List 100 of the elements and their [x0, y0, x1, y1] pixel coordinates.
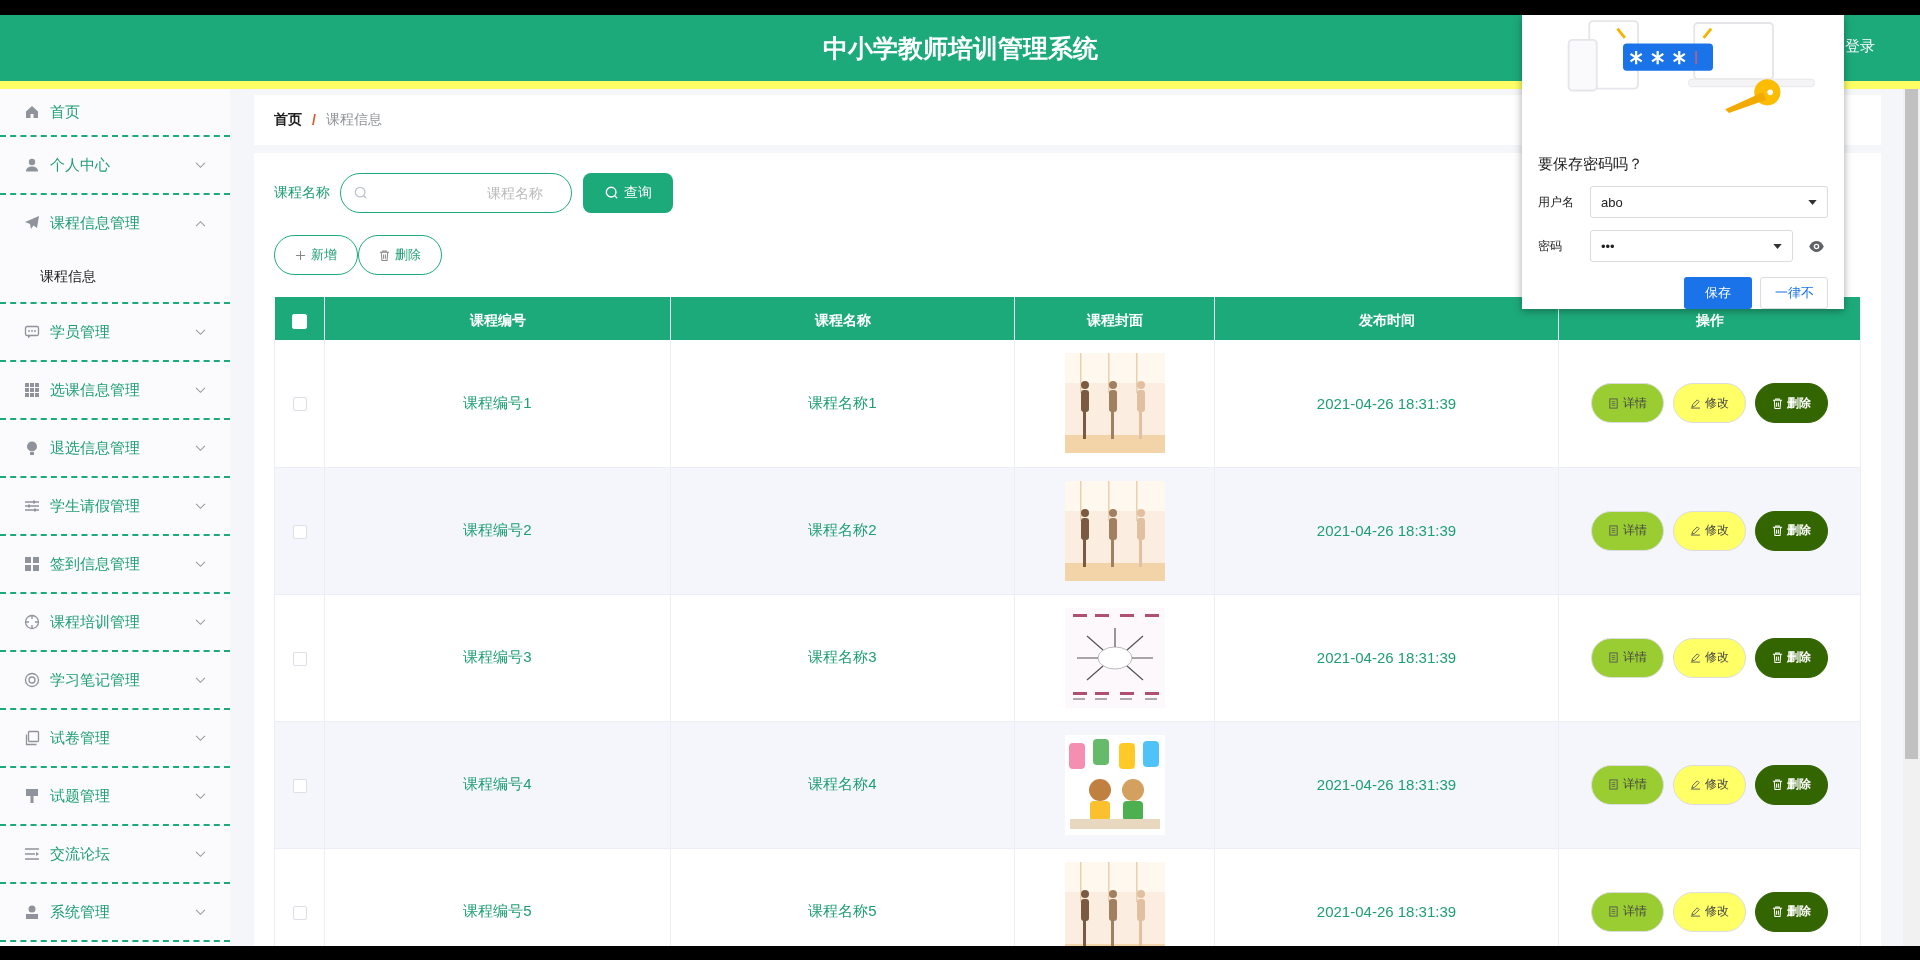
scrollbar[interactable] [1903, 89, 1920, 946]
breadcrumb-separator: / [312, 112, 316, 128]
lifebuoy-icon [24, 672, 40, 688]
checkbox[interactable] [292, 905, 307, 920]
menu-item[interactable]: 学生请假管理 [0, 478, 230, 534]
detail-button[interactable]: 详情 [1591, 764, 1664, 805]
menu-item[interactable]: 交流论坛 [0, 826, 230, 882]
plus-icon [295, 249, 306, 261]
breadcrumb-link[interactable]: 首页 [274, 111, 302, 129]
column-header: 课程编号 [324, 297, 671, 340]
copy-icon [24, 730, 40, 746]
delete-button[interactable]: 删除 [1755, 891, 1828, 932]
home-icon [24, 104, 40, 120]
menu-item[interactable]: 学员管理 [0, 304, 230, 360]
trash-icon [379, 249, 390, 261]
table-cell: 2021-04-26 18:31:39 [1214, 721, 1559, 848]
detail-button[interactable]: 详情 [1591, 510, 1664, 551]
query-button[interactable]: 查询 [583, 173, 673, 213]
delete-button[interactable]: 删除 [358, 235, 442, 275]
trash-icon [1772, 779, 1783, 790]
menu-item[interactable]: 个人中心 [0, 137, 230, 193]
document-icon [1608, 652, 1619, 663]
edit-button[interactable]: 修改 [1673, 764, 1746, 805]
table-cell: 课程名称5 [670, 848, 1015, 946]
document-icon [1608, 525, 1619, 536]
login-link[interactable]: 登录 [1845, 37, 1875, 56]
light-bulb-icon [24, 440, 40, 456]
menu-item[interactable]: 退选信息管理 [0, 420, 230, 476]
search-icon [604, 186, 619, 200]
menu-item[interactable]: 课程培训管理 [0, 594, 230, 650]
trash-icon [1772, 652, 1783, 663]
table-cell: 课程编号4 [324, 721, 671, 848]
column-header: 发布时间 [1214, 297, 1559, 340]
pencil-icon [1690, 397, 1701, 409]
submenu-item[interactable]: 课程信息 [0, 251, 230, 302]
trash-icon [1772, 525, 1783, 536]
checkbox[interactable] [292, 778, 307, 793]
trash-icon [1772, 906, 1783, 917]
checkbox[interactable] [292, 651, 307, 666]
column-header: 课程名称 [670, 297, 1015, 340]
search-label: 课程名称 [274, 184, 330, 202]
paint-brush-icon [24, 788, 40, 804]
caret-icon [1773, 243, 1782, 249]
table-cell: 2021-04-26 18:31:39 [1214, 848, 1559, 946]
detail-button[interactable]: 详情 [1591, 383, 1664, 424]
menu-item[interactable]: 试卷管理 [0, 710, 230, 766]
table-cell: 课程编号5 [324, 848, 671, 946]
password-dropdown[interactable]: ••• [1590, 230, 1793, 262]
menu-item[interactable]: 签到信息管理 [0, 536, 230, 592]
table-cell: 课程编号3 [324, 594, 671, 721]
caret-icon [1808, 199, 1817, 205]
delete-button[interactable]: 删除 [1755, 510, 1828, 551]
checkbox[interactable] [292, 524, 307, 539]
grid-icon [24, 382, 40, 398]
table-cell: 2021-04-26 18:31:39 [1214, 594, 1559, 721]
person-icon [24, 904, 40, 920]
menu-item[interactable]: 学习笔记管理 [0, 652, 230, 708]
delete-button[interactable]: 删除 [1755, 383, 1828, 424]
table-cell: 课程名称4 [670, 721, 1015, 848]
search-field[interactable]: 课程名称 [340, 173, 572, 213]
table-cell: 2021-04-26 18:31:39 [1214, 467, 1559, 594]
sliders-icon [24, 498, 40, 514]
add-button[interactable]: 新增 [274, 235, 358, 275]
table-cell: 课程名称1 [670, 340, 1015, 467]
document-icon [1608, 779, 1619, 790]
trash-icon [1772, 397, 1783, 409]
column-header: 课程封面 [1014, 297, 1215, 340]
dialog-title: 要保存密码吗？ [1538, 155, 1644, 174]
table-cell: 课程编号1 [324, 340, 671, 467]
menu-item[interactable]: 选课信息管理 [0, 362, 230, 418]
detail-button[interactable]: 详情 [1591, 891, 1664, 932]
app-title: 中小学教师培训管理系统 [822, 32, 1098, 64]
edit-button[interactable]: 修改 [1673, 891, 1746, 932]
save-button[interactable]: 保存 [1684, 277, 1752, 309]
pencil-icon [1690, 525, 1701, 536]
pencil-icon [1690, 652, 1701, 663]
delete-button[interactable]: 删除 [1755, 637, 1828, 678]
scrollbar-thumb[interactable] [1905, 89, 1918, 759]
crosshair-icon [24, 614, 40, 630]
edit-button[interactable]: 修改 [1673, 637, 1746, 678]
never-button[interactable]: 一律不 [1760, 277, 1828, 309]
document-icon [1608, 906, 1619, 917]
edit-button[interactable]: 修改 [1673, 383, 1746, 424]
checkbox[interactable] [292, 397, 307, 412]
menu-item[interactable]: 试题管理 [0, 768, 230, 824]
menu-item[interactable]: 首页 [0, 89, 230, 135]
field-label: 密码 [1538, 237, 1563, 255]
username-dropdown[interactable]: abo [1590, 186, 1828, 218]
menu-item[interactable]: 系统管理 [0, 884, 230, 940]
detail-button[interactable]: 详情 [1591, 637, 1664, 678]
user-icon [24, 157, 40, 173]
field-label: 用户名 [1538, 193, 1575, 211]
chat-icon [24, 324, 40, 340]
edit-button[interactable]: 修改 [1673, 510, 1746, 551]
document-icon [1608, 397, 1619, 409]
paper-plane-icon [24, 215, 40, 231]
eye-icon[interactable] [1809, 240, 1824, 252]
list-icon [24, 846, 40, 862]
delete-button[interactable]: 删除 [1755, 764, 1828, 805]
menu-item[interactable]: 课程信息管理 [0, 195, 230, 251]
